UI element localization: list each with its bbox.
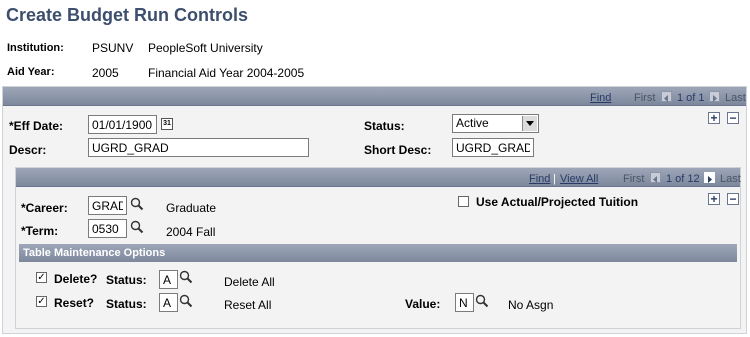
eff-date-label: *Eff Date:	[9, 119, 64, 133]
term-lookup-icon[interactable]	[130, 220, 144, 234]
inner-last-label: Last	[720, 173, 741, 185]
short-desc-input[interactable]	[452, 138, 534, 157]
inner-next-arrow-icon[interactable]	[704, 172, 715, 183]
institution-name: PeopleSoft University	[148, 41, 263, 55]
delete-status-lookup-icon[interactable]	[179, 270, 193, 284]
term-label: *Term:	[21, 224, 59, 238]
career-lookup-icon[interactable]	[130, 197, 144, 211]
outer-prev-arrow-icon[interactable]	[661, 91, 672, 102]
career-input[interactable]	[88, 196, 127, 215]
career-label: *Career:	[21, 201, 68, 215]
inner-prev-arrow-icon[interactable]	[650, 172, 661, 183]
aid-year-value: 2005	[92, 66, 119, 80]
inner-first-label: First	[623, 173, 645, 185]
aid-year-name: Financial Aid Year 2004-2005	[148, 66, 305, 80]
status-label: Status:	[364, 119, 405, 133]
reset-checkbox[interactable]: ✓	[36, 296, 47, 307]
value-label: Value:	[405, 297, 441, 311]
term-input[interactable]	[88, 219, 127, 238]
reset-label: Reset?	[54, 296, 95, 310]
reset-status-lookup-icon[interactable]	[179, 294, 193, 308]
delete-status-input[interactable]	[159, 270, 178, 289]
outer-next-arrow-icon[interactable]	[709, 91, 720, 102]
reset-status-desc: Reset All	[224, 298, 272, 312]
use-actual-checkbox[interactable]	[458, 196, 469, 207]
outer-first-label: First	[634, 92, 656, 104]
calendar-icon[interactable]: 31	[161, 118, 173, 130]
value-input[interactable]	[455, 293, 474, 312]
descr-label: Descr:	[9, 143, 47, 157]
outer-find-link[interactable]: Find	[590, 92, 611, 104]
inner-view-all-link[interactable]: View All	[560, 173, 598, 185]
institution-code: PSUNV	[92, 41, 134, 55]
outer-add-row-icon[interactable]: +	[708, 112, 720, 124]
status-select-value: Active	[456, 116, 489, 130]
chevron-down-icon[interactable]	[522, 116, 537, 131]
eff-date-input[interactable]	[88, 115, 157, 134]
career-desc: Graduate	[166, 201, 217, 215]
inner-count: 1 of 12	[666, 173, 700, 185]
inner-nav-separator: |	[553, 173, 556, 185]
table-maintenance-header: Table Maintenance Options	[19, 244, 737, 262]
page-title: Create Budget Run Controls	[6, 5, 249, 25]
inner-add-row-icon[interactable]: +	[708, 193, 720, 205]
outer-count: 1 of 1	[677, 92, 705, 104]
delete-status-label: Status:	[106, 273, 147, 287]
reset-status-label: Status:	[106, 297, 147, 311]
term-desc: 2004 Fall	[166, 225, 216, 239]
aid-year-label: Aid Year:	[7, 66, 55, 78]
short-desc-label: Short Desc:	[364, 143, 432, 157]
inner-find-link[interactable]: Find	[529, 173, 550, 185]
outer-delete-row-icon[interactable]: −	[727, 112, 739, 124]
institution-label: Institution:	[7, 42, 64, 54]
inner-delete-row-icon[interactable]: −	[727, 193, 739, 205]
descr-input[interactable]	[88, 138, 309, 157]
delete-status-desc: Delete All	[224, 275, 275, 289]
value-lookup-icon[interactable]	[475, 294, 489, 308]
status-select[interactable]: Active	[452, 114, 539, 133]
delete-checkbox[interactable]: ✓	[36, 272, 47, 283]
delete-label: Delete?	[54, 272, 98, 286]
value-desc: No Asgn	[508, 298, 554, 312]
outer-last-label: Last	[725, 92, 746, 104]
reset-status-input[interactable]	[159, 293, 178, 312]
use-actual-label: Use Actual/Projected Tuition	[476, 195, 639, 209]
